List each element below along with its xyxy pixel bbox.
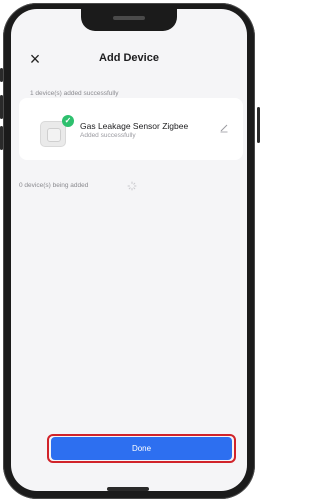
phone-notch xyxy=(81,9,177,31)
header: × Add Device xyxy=(11,49,247,69)
check-icon: ✓ xyxy=(62,115,74,127)
app-screen: × Add Device 1 device(s) added successfu… xyxy=(11,9,247,491)
pending-summary: 0 device(s) being added xyxy=(19,182,89,189)
home-indicator xyxy=(107,487,149,491)
added-summary: 1 device(s) added successfully xyxy=(30,90,119,97)
phone-side-button xyxy=(257,107,260,143)
loading-spinner-icon xyxy=(127,181,137,191)
device-status: Added successfully xyxy=(80,132,136,139)
edit-icon[interactable] xyxy=(219,123,229,133)
device-image xyxy=(40,121,66,147)
phone-side-button xyxy=(0,126,3,150)
phone-side-button xyxy=(0,68,3,82)
done-button[interactable]: Done xyxy=(51,437,232,460)
phone-speaker xyxy=(113,16,145,20)
page-title: Add Device xyxy=(99,52,159,64)
phone-side-button xyxy=(0,95,3,119)
device-image-inner xyxy=(47,128,61,142)
device-name: Gas Leakage Sensor Zigbee xyxy=(80,121,189,131)
